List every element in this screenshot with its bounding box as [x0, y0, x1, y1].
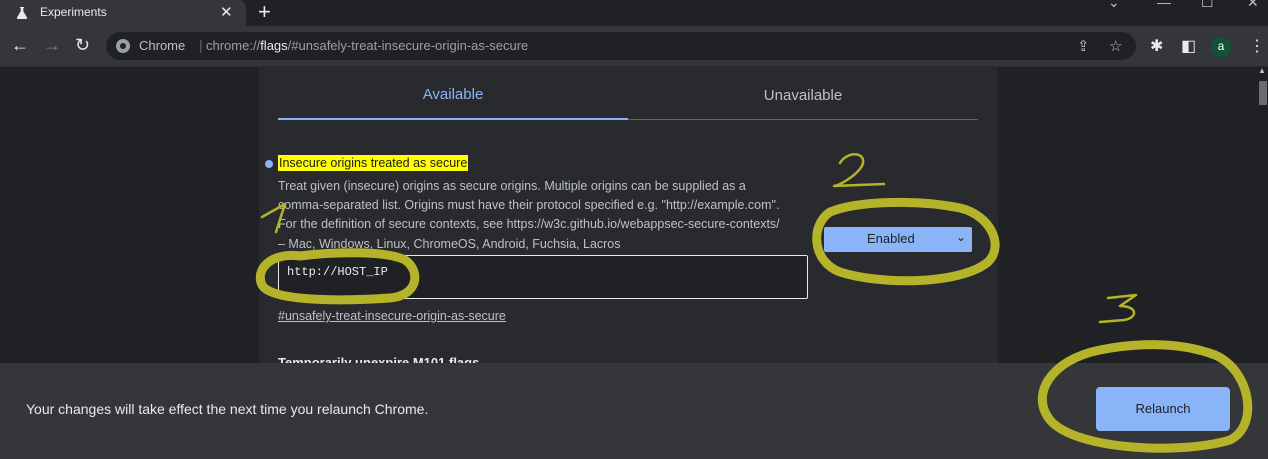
next-flag-title: Temporarily unexpire M101 flags — [278, 355, 480, 363]
tab-unavailable[interactable]: Unavailable — [628, 67, 978, 119]
side-panel-icon[interactable]: ◧ — [1181, 36, 1196, 56]
relaunch-message: Your changes will take effect the next t… — [26, 401, 429, 417]
flag-anchor-link[interactable]: #unsafely-treat-insecure-origin-as-secur… — [278, 309, 506, 323]
maximize-icon[interactable]: ☐ — [1201, 0, 1214, 11]
reload-icon[interactable]: ↻ — [75, 35, 90, 56]
back-icon[interactable]: ← — [11, 35, 29, 56]
flag-description: Treat given (insecure) origins as secure… — [278, 177, 818, 254]
flask-icon — [16, 7, 28, 19]
tab-search-icon[interactable]: ⌄ — [1108, 0, 1120, 11]
flags-content: Available Unavailable Insecure origins t… — [0, 67, 1268, 363]
flag-description-line: Treat given (insecure) origins as secure… — [278, 179, 746, 193]
address-bar[interactable]: Chrome | chrome://flags/#unsafely-treat-… — [106, 32, 1136, 60]
modified-indicator-icon — [265, 160, 273, 168]
close-tab-icon[interactable]: ✕ — [220, 3, 233, 21]
bookmark-star-icon[interactable]: ☆ — [1109, 37, 1122, 55]
browser-tab[interactable]: Experiments ✕ — [0, 0, 246, 26]
flag-state-value: Enabled — [867, 231, 915, 246]
close-window-icon[interactable]: ✕ — [1247, 0, 1259, 11]
relaunch-button[interactable]: Relaunch — [1096, 387, 1230, 431]
flag-description-line: comma-separated list. Origins must have … — [278, 198, 780, 213]
new-tab-icon[interactable]: + — [258, 0, 271, 24]
flag-description-line: For the definition of secure contexts, s… — [278, 217, 780, 232]
chrome-icon — [116, 39, 130, 53]
chevron-down-icon: ⌄ — [955, 230, 966, 244]
tab-available[interactable]: Available — [278, 67, 628, 120]
relaunch-bar: Your changes will take effect the next t… — [0, 363, 1268, 459]
menu-icon[interactable]: ⋮ — [1249, 36, 1265, 56]
title-bar: Experiments ✕ + ⌄ — ☐ ✕ — [0, 0, 1268, 26]
flag-title: Insecure origins treated as secure — [278, 155, 469, 171]
tab-unavailable-label: Unavailable — [763, 87, 843, 104]
url-text[interactable]: chrome://flags/#unsafely-treat-insecure-… — [206, 38, 528, 53]
forward-icon[interactable]: → — [43, 35, 61, 56]
flags-tabs: Available Unavailable — [278, 67, 978, 120]
share-icon[interactable]: ⇪ — [1077, 37, 1090, 55]
scrollbar[interactable] — [1258, 67, 1268, 363]
scroll-up-arrow-icon[interactable]: ▲ — [1258, 67, 1266, 75]
origins-textarea[interactable]: http://HOST_IP — [278, 255, 808, 299]
omnibox-chip-label: Chrome — [139, 38, 186, 53]
extensions-icon[interactable]: ✱ — [1150, 36, 1163, 56]
minimize-icon[interactable]: — — [1157, 0, 1171, 10]
browser-toolbar: ← → ↻ Chrome | chrome://flags/#unsafely-… — [0, 26, 1268, 67]
omnibox-separator: | — [199, 37, 203, 53]
flags-card: Available Unavailable Insecure origins t… — [259, 67, 998, 363]
flag-description-line: – Mac, Windows, Linux, ChromeOS, Android… — [278, 236, 621, 251]
tab-available-label: Available — [422, 86, 484, 103]
profile-avatar[interactable]: a — [1211, 37, 1231, 57]
tab-title: Experiments — [40, 5, 107, 19]
flag-state-select[interactable]: Enabled ⌄ — [824, 227, 972, 252]
scrollbar-thumb[interactable] — [1259, 81, 1267, 105]
